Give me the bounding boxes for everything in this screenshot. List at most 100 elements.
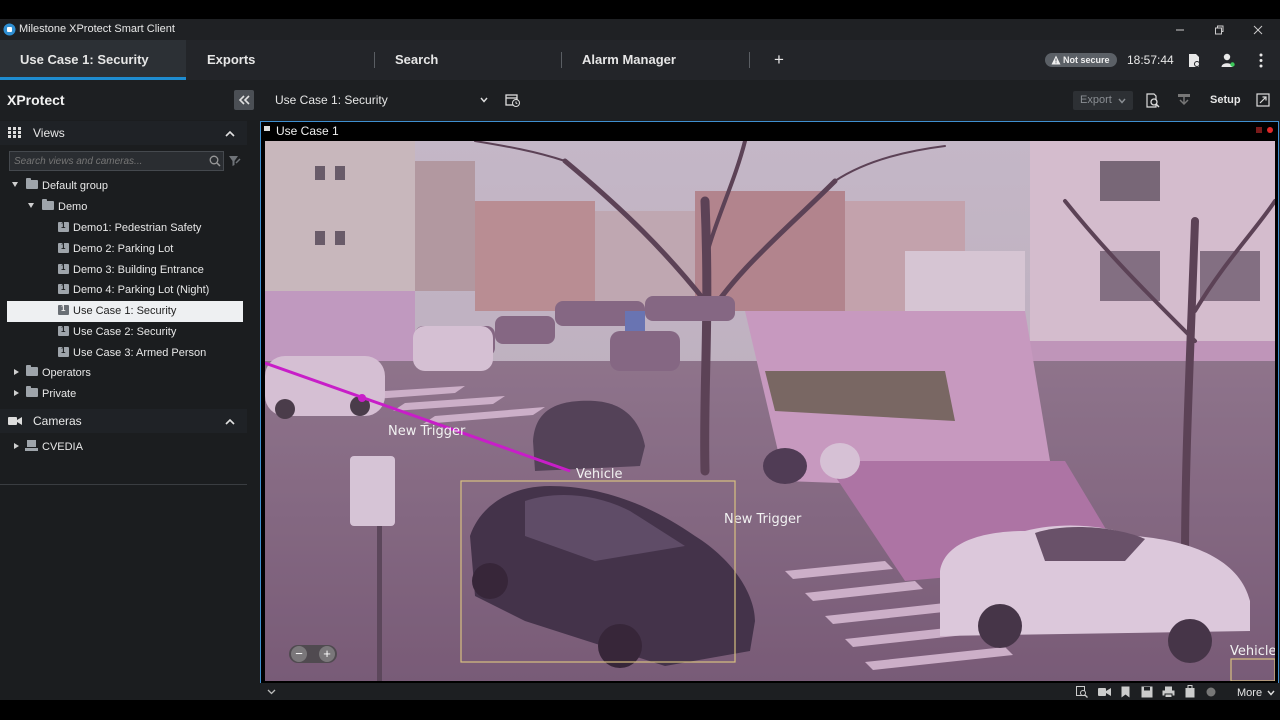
restore-button[interactable] [1199,19,1239,40]
fullscreen-icon[interactable] [1256,93,1270,107]
view-layout-icon [58,283,69,294]
close-window-button[interactable] [1238,19,1278,40]
expand-caret-icon[interactable] [14,369,19,375]
expand-caret-icon[interactable] [14,443,19,449]
digital-zoom-control: − + [289,645,337,663]
tree-operators[interactable]: Operators [0,363,258,384]
view-selector[interactable]: Use Case 1: Security [275,93,491,107]
setup-button[interactable]: Setup [1210,94,1241,106]
tree-camera-server[interactable]: CVEDIA [0,437,258,458]
view-layout-icon [58,242,69,253]
chevron-down-icon[interactable] [267,689,276,695]
tree-label: Demo [58,201,88,213]
bookmark-icon[interactable] [1121,686,1130,698]
expand-caret-icon[interactable] [28,203,34,208]
zoom-out-button[interactable]: − [291,646,307,662]
tree-label: Use Case 1: Security [73,305,177,317]
camera-view-title: Use Case 1 [276,124,339,138]
print-icon[interactable] [1162,686,1175,698]
tree-view-item[interactable]: Demo 4: Parking Lot (Night) [0,280,258,301]
expand-caret-icon[interactable] [12,182,18,187]
tree-demo[interactable]: Demo [0,197,258,218]
tree-label: Demo 2: Parking Lot [73,243,174,255]
views-section-title: Views [33,126,65,140]
chevron-down-icon [480,97,488,103]
time-sync-icon[interactable] [505,93,520,107]
tree-view-item[interactable]: Demo 2: Parking Lot [0,239,258,260]
bottom-letterbox [0,700,1280,720]
grid-icon [8,127,21,138]
window-title: Milestone XProtect Smart Client [19,23,175,35]
notifications-icon[interactable] [1187,53,1201,68]
tree-private[interactable]: Private [0,384,258,405]
export-button[interactable]: Export [1073,91,1133,110]
tab-use-case-1[interactable]: Use Case 1: Security [0,40,186,80]
export-button-label: Export [1080,94,1112,106]
camera-icon [8,417,22,425]
add-tab-button[interactable]: + [774,40,784,80]
clear-filter-icon[interactable] [228,155,241,167]
search-sequence-icon[interactable] [1146,93,1160,108]
record-icon[interactable] [1206,687,1216,697]
camera-icon[interactable] [1098,687,1111,697]
camera-status-icon [264,126,270,131]
minimize-button[interactable] [1160,19,1200,40]
title-bar [0,19,1280,40]
tree-label: Use Case 2: Security [73,326,177,338]
minimize-icon [1176,29,1184,30]
tab-divider [561,52,562,68]
tree-default-group[interactable]: Default group [0,176,258,197]
trigger-label-1: New Trigger [388,424,466,439]
tree-label: Operators [42,367,91,379]
folder-icon [26,365,38,376]
server-icon [25,440,38,451]
zoom-in-button[interactable]: + [319,646,335,662]
tree-label: Use Case 3: Armed Person [73,347,207,359]
tab-exports[interactable]: Exports [207,40,255,80]
search-icon[interactable] [1076,686,1088,698]
tab-divider [374,52,375,68]
views-search-input[interactable] [14,154,204,168]
tree-view-item-selected[interactable]: Use Case 1: Security [7,301,243,322]
chevron-up-icon [225,418,235,425]
tree-view-item[interactable]: Demo 3: Building Entrance [0,260,258,281]
camera-video-feed[interactable]: New Trigger New Trigger Vehicle Vehicle [265,141,1275,681]
tree-label: Private [42,388,77,400]
security-badge-label: Not secure [1063,55,1110,65]
chevron-down-icon [1118,98,1126,104]
product-name: XProtect [7,92,65,108]
view-layout-icon [58,304,69,315]
more-button[interactable]: More [1237,687,1275,699]
sidebar-divider [0,484,247,485]
view-layout-icon [58,325,69,336]
evidence-lock-icon[interactable] [1185,685,1195,698]
collapse-sidebar-button[interactable] [234,90,254,110]
trigger-label-2: New Trigger [724,512,802,527]
tree-view-item[interactable]: Use Case 3: Armed Person [0,343,258,364]
tree-view-item[interactable]: Use Case 2: Security [0,322,258,343]
view-layout-icon [58,263,69,274]
chevron-down-icon [1267,690,1275,696]
tree-label: Demo 4: Parking Lot (Night) [73,284,210,296]
milestone-logo-icon [3,23,16,36]
user-icon[interactable] [1221,53,1235,68]
views-search-box[interactable] [9,151,224,171]
tab-search[interactable]: Search [395,40,438,80]
clock: 18:57:44 [1127,53,1174,67]
view-selector-value: Use Case 1: Security [275,93,388,107]
tree-label: Default group [42,180,109,192]
views-section-header[interactable]: Views [0,121,247,145]
ptz-presets-icon[interactable] [1177,93,1191,107]
save-icon[interactable] [1141,686,1153,698]
tree-view-item[interactable]: Demo1: Pedestrian Safety [0,218,258,239]
more-options-icon[interactable] [1259,53,1263,68]
tab-alarm-manager[interactable]: Alarm Manager [582,40,676,80]
chevron-up-icon [225,130,235,137]
folder-icon [26,386,38,397]
folder-icon [42,199,54,210]
recording-indicator-icon [1256,127,1273,133]
expand-caret-icon[interactable] [14,390,19,396]
more-button-label: More [1237,687,1263,699]
cameras-section-header[interactable]: Cameras [0,409,247,433]
tree-label: Demo1: Pedestrian Safety [73,222,202,234]
